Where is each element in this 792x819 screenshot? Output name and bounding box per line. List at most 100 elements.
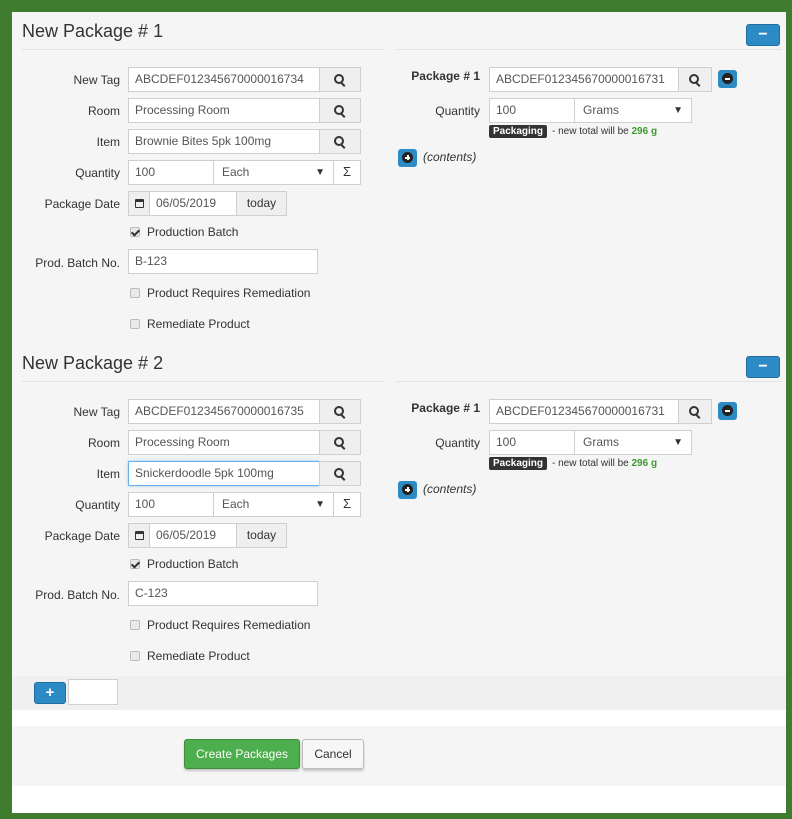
source-package-search-button[interactable] [678,399,712,424]
new-total-prefix: - new total will be [552,458,629,469]
unit-select[interactable]: Each ▼ [213,160,334,185]
unit-select-value: Each [222,497,250,511]
plus-circle-icon [402,484,413,495]
search-icon [334,467,346,480]
remediate-product-label: Remediate Product [147,317,250,331]
checkbox-checked[interactable] [130,559,140,569]
remove-package-button[interactable]: − [746,356,780,378]
add-contents-button[interactable] [398,149,417,167]
calendar-icon [135,531,144,540]
sum-button[interactable]: Σ [333,492,361,517]
checkbox-unchecked[interactable] [130,620,140,630]
source-unit-select[interactable]: Grams ▼ [574,430,692,455]
item-input[interactable]: Brownie Bites 5pk 100mg [128,129,320,154]
calendar-button[interactable] [128,523,150,548]
source-quantity-input[interactable]: 100 [489,430,575,455]
unit-select[interactable]: Each ▼ [213,492,334,517]
requires-remediation-checkbox[interactable]: Product Requires Remediation [130,618,310,632]
remove-package-button[interactable]: − [746,24,780,46]
quantity-input[interactable]: 100 [128,492,214,517]
action-bar [12,726,786,786]
source-quantity-label: Quantity [435,104,480,118]
checkbox-unchecked[interactable] [130,288,140,298]
divider [396,49,782,50]
source-package-tag-input[interactable]: ABCDEF012345670000016731 [489,67,679,92]
requires-remediation-label: Product Requires Remediation [147,286,311,300]
source-package-tag-input[interactable]: ABCDEF012345670000016731 [489,399,679,424]
new-total-prefix: - new total will be [552,126,629,137]
packaging-badge: Packaging [489,457,548,470]
source-unit-select[interactable]: Grams ▼ [574,98,692,123]
package-date-input[interactable]: 06/05/2019 [149,191,237,216]
prod-batch-no-label: Prod. Batch No. [35,588,120,602]
room-label: Room [87,436,120,450]
room-search-button[interactable] [319,430,361,455]
package-date-input[interactable]: 06/05/2019 [149,523,237,548]
new-tag-input[interactable]: ABCDEF012345670000016734 [128,67,320,92]
package-date-label: Package Date [44,529,120,543]
caret-down-icon: ▼ [673,105,683,116]
checkbox-unchecked[interactable] [130,651,140,661]
source-unit-select-value: Grams [583,435,619,449]
quantity-input[interactable]: 100 [128,160,214,185]
contents-label: (contents) [423,150,477,164]
today-button[interactable]: today [236,191,287,216]
room-input[interactable]: Processing Room [128,98,320,123]
source-quantity-input[interactable]: 100 [489,98,575,123]
new-tag-search-button[interactable] [319,399,361,424]
production-batch-checkbox[interactable]: Production Batch [130,225,238,239]
new-tag-search-button[interactable] [319,67,361,92]
divider [22,49,384,50]
quantity-label: Quantity [75,498,120,512]
requires-remediation-checkbox[interactable]: Product Requires Remediation [130,286,310,300]
search-icon [689,73,701,86]
package-title: New Package # 1 [22,21,164,41]
add-package-bar [12,676,786,710]
caret-down-icon: ▼ [315,167,325,178]
package-title: New Package # 2 [22,353,164,373]
remediate-product-checkbox[interactable]: Remediate Product [130,649,250,663]
package-date-label: Package Date [44,197,120,211]
remediate-product-label: Remediate Product [147,649,250,663]
new-tag-input[interactable]: ABCDEF012345670000016735 [128,399,320,424]
remediate-product-checkbox[interactable]: Remediate Product [130,317,250,331]
search-icon [334,135,346,148]
checkbox-checked[interactable] [130,227,140,237]
source-package-search-button[interactable] [678,67,712,92]
source-quantity-label: Quantity [435,436,480,450]
requires-remediation-label: Product Requires Remediation [147,618,311,632]
remove-source-button[interactable] [718,70,737,88]
search-icon [334,436,346,449]
remove-source-button[interactable] [718,402,737,420]
room-input[interactable]: Processing Room [128,430,320,455]
prod-batch-no-label: Prod. Batch No. [35,256,120,270]
checkbox-unchecked[interactable] [130,319,140,329]
calendar-icon [135,199,144,208]
modal-frame: New Package # 1 − New Tag ABCDEF01234567… [0,0,792,819]
search-icon [689,405,701,418]
prod-batch-no-input[interactable]: C-123 [128,581,318,606]
quantity-label: Quantity [75,166,120,180]
sum-button[interactable]: Σ [333,160,361,185]
add-package-button[interactable]: + [34,682,66,704]
new-total-note: - new total will be 296 g [552,458,657,469]
item-search-button[interactable] [319,129,361,154]
add-package-count-input[interactable] [68,679,118,705]
calendar-button[interactable] [128,191,150,216]
cancel-button[interactable]: Cancel [302,739,364,769]
create-packages-button[interactable]: Create Packages [184,739,300,769]
unit-select-value: Each [222,165,250,179]
new-tag-label: New Tag [73,405,120,419]
today-button[interactable]: today [236,523,287,548]
add-contents-button[interactable] [398,481,417,499]
room-search-button[interactable] [319,98,361,123]
prod-batch-no-input[interactable]: B-123 [128,249,318,274]
new-total-value: 296 g [631,458,658,469]
item-search-button[interactable] [319,461,361,486]
production-batch-checkbox[interactable]: Production Batch [130,557,238,571]
search-icon [334,104,346,117]
item-input[interactable]: Snickerdoodle 5pk 100mg [128,461,320,486]
minus-circle-icon [722,73,733,84]
divider [22,381,384,382]
caret-down-icon: ▼ [315,499,325,510]
